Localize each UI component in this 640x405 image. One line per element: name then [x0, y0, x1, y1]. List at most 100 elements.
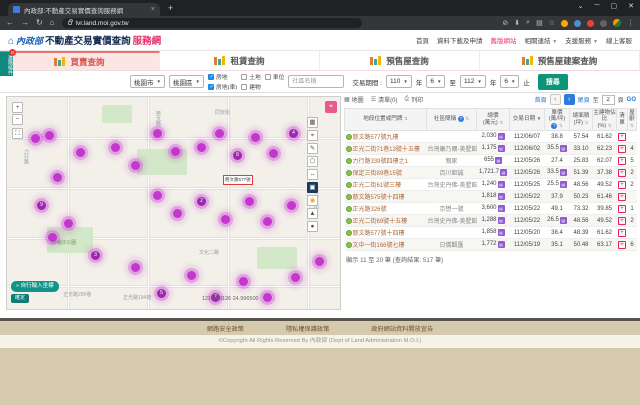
map-tool-button-4[interactable]: ⇔	[307, 169, 318, 180]
column-header[interactable]: 主建物佔比(%) ⇅	[593, 109, 617, 131]
checkbox-building[interactable]: 建物	[241, 82, 261, 91]
tab-rent-query[interactable]: 租賃查詢	[160, 51, 320, 70]
transaction-marker[interactable]	[269, 149, 278, 158]
map-tool-button-5[interactable]: ▣	[307, 182, 318, 193]
price-detail-icon[interactable]: ▤	[498, 145, 505, 152]
address-cell[interactable]: 正光二街61號三樓	[345, 179, 427, 191]
unit-price-note-icon[interactable]: ▤	[560, 169, 567, 176]
footer-link-open-data[interactable]: 政府網站資料開放宣告	[371, 324, 433, 333]
transaction-marker[interactable]	[245, 197, 254, 206]
address-cell[interactable]: 文中一街166號七樓	[345, 239, 427, 251]
map-tool-button-1[interactable]: ⌖	[307, 130, 318, 141]
cluster-marker[interactable]: 9	[37, 201, 46, 210]
price-detail-icon[interactable]: ▤	[495, 157, 502, 164]
address-bar[interactable]: lvr.land.moi.gov.tw	[62, 18, 362, 28]
map-tool-button-8[interactable]: ●	[307, 221, 318, 232]
checkbox-house-land-parking[interactable]: 房地(車)	[208, 82, 237, 91]
tab-close-icon[interactable]: ×	[151, 6, 155, 13]
column-header[interactable]: 屋齡 ⇅	[628, 109, 637, 131]
reload-icon[interactable]: ↻	[36, 19, 43, 27]
transaction-marker[interactable]	[53, 173, 62, 182]
city-select[interactable]: 桃園市▼	[130, 75, 165, 88]
menu-links[interactable]: 相關連結 ▼	[524, 35, 557, 45]
search-icon[interactable]: ⌕	[526, 19, 530, 27]
profile-avatar[interactable]	[613, 19, 621, 27]
locate-on-map-icon[interactable]	[346, 206, 352, 212]
prev-page-button[interactable]: ‹	[550, 94, 561, 105]
menu-home[interactable]: 首頁	[416, 35, 429, 45]
column-header[interactable]: 單價(萬/坪) ? ⇅	[545, 109, 570, 131]
sort-icon[interactable]: ⇅	[585, 120, 589, 125]
year-from-select[interactable]: 110▼	[386, 75, 412, 88]
price-detail-icon[interactable]: ▤	[498, 193, 505, 200]
download-icon[interactable]: ⬇	[514, 19, 520, 27]
back-icon[interactable]: ←	[6, 19, 14, 27]
locate-on-map-icon[interactable]	[346, 134, 352, 140]
zoom-out-button[interactable]: −	[12, 114, 23, 125]
checkbox-land[interactable]: 土地	[241, 72, 261, 81]
map-view-button[interactable]: ▦地圖	[344, 95, 364, 104]
transaction-marker[interactable]	[131, 263, 140, 272]
help-icon[interactable]: ?	[551, 123, 557, 129]
locate-on-map-icon[interactable]	[346, 194, 352, 200]
address-cell[interactable]: 力行路339號四樓之1	[345, 155, 427, 167]
sort-icon[interactable]: ⇅	[465, 116, 469, 121]
cluster-marker[interactable]: 3	[91, 251, 100, 260]
transaction-marker[interactable]	[76, 148, 85, 157]
price-detail-icon[interactable]: ▤	[498, 241, 505, 248]
month-to-select[interactable]: 6▼	[500, 75, 519, 88]
column-header[interactable]: 總價(萬元) ⇅	[477, 109, 510, 131]
redraw-search-button[interactable]: ⌖	[325, 101, 337, 113]
transaction-marker[interactable]	[187, 271, 196, 280]
transaction-marker[interactable]	[197, 143, 206, 152]
address-cell[interactable]: 正光二街69號十五樓	[345, 215, 427, 227]
cluster-marker[interactable]: 5	[157, 289, 166, 298]
browser-menu-icon[interactable]: ⋮	[627, 19, 634, 27]
transaction-marker[interactable]	[215, 129, 224, 138]
price-detail-icon[interactable]: ▤	[498, 133, 505, 140]
add-to-list-button[interactable]: +	[618, 169, 626, 177]
column-header[interactable]: 清單	[617, 109, 628, 131]
sort-icon[interactable]: ⇅	[608, 123, 612, 128]
community-name-input[interactable]	[288, 75, 344, 88]
tab-presale-query[interactable]: 預售屋查詢	[320, 51, 480, 70]
add-to-list-button[interactable]: +	[618, 205, 626, 213]
address-cell[interactable]: 正光二街71巷13號十五樓	[345, 143, 427, 155]
address-cell[interactable]: 正光路326號	[345, 203, 427, 215]
address-cell[interactable]: 慈文路577號九樓	[345, 131, 427, 143]
window-restore-icon[interactable]: ⌄	[578, 2, 584, 10]
next-page-button[interactable]: ›	[564, 94, 575, 105]
address-cell[interactable]: 保定三街89巷15號	[345, 167, 427, 179]
footer-link-security[interactable]: 網路安全政策	[207, 324, 244, 333]
transaction-marker[interactable]	[263, 293, 272, 302]
transaction-marker[interactable]	[153, 129, 162, 138]
enter-coordinates-button[interactable]: » 自行輸入坐標	[11, 281, 59, 292]
add-to-list-button[interactable]: +	[618, 193, 626, 201]
address-cell[interactable]: 慈文路577號十四樓	[345, 227, 427, 239]
transaction-marker[interactable]	[221, 215, 230, 224]
price-detail-icon[interactable]: ▤	[498, 229, 505, 236]
transaction-marker[interactable]	[287, 201, 296, 210]
map-tool-button-7[interactable]: ▲	[307, 208, 318, 219]
add-to-list-button[interactable]: +	[618, 181, 626, 189]
new-tab-button[interactable]: +	[168, 4, 173, 13]
transaction-marker[interactable]	[153, 191, 162, 200]
transaction-marker[interactable]	[131, 161, 140, 170]
menu-customer-service[interactable]: 線上客服	[606, 35, 632, 45]
zoom-in-button[interactable]: +	[12, 102, 23, 113]
year-to-select[interactable]: 112▼	[460, 75, 486, 88]
map-tool-button-3[interactable]: ⬠	[307, 156, 318, 167]
transaction-marker[interactable]	[315, 257, 324, 266]
transaction-marker[interactable]	[111, 143, 120, 152]
sort-icon[interactable]: ⇅	[499, 120, 503, 125]
search-button[interactable]: 搜尋	[538, 74, 568, 90]
add-to-list-button[interactable]: +	[618, 217, 626, 225]
map-tool-button-6[interactable]: ◉	[307, 195, 318, 206]
address-cell[interactable]: 慈文路575號十四樓	[345, 191, 427, 203]
checkbox-parking[interactable]: 車位	[265, 72, 285, 81]
checkbox-house-land[interactable]: 房地	[208, 72, 237, 81]
locate-on-map-icon[interactable]	[346, 158, 352, 164]
column-header[interactable]: 總面積(坪) ⇅	[570, 109, 593, 131]
block-icon[interactable]: ⊘	[502, 19, 508, 27]
unit-price-note-icon[interactable]: ▤	[560, 181, 567, 188]
